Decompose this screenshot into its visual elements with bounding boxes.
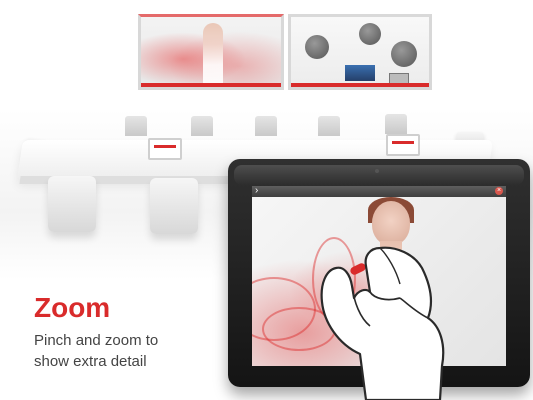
wall-display-left	[138, 14, 284, 90]
slide-bubble	[305, 35, 329, 59]
feature-title: Zoom	[34, 292, 111, 323]
laptop	[148, 138, 182, 160]
front-chair	[150, 178, 198, 234]
wall-display-figure	[203, 23, 223, 87]
chair	[318, 116, 340, 136]
laptop	[386, 134, 420, 156]
slide-bubble	[391, 41, 417, 67]
chevron-right-icon[interactable]: ›	[255, 186, 265, 196]
front-chair	[48, 176, 96, 232]
slide-bubble	[359, 23, 381, 45]
app-toolbar: › ×	[252, 186, 506, 197]
pinch-hand-icon	[320, 246, 445, 400]
wall-display-accent-bar	[291, 83, 429, 87]
feature-description: Pinch and zoom to show extra detail	[34, 332, 159, 370]
chair	[255, 116, 277, 136]
chair	[385, 114, 407, 134]
camera-icon	[375, 169, 379, 173]
wall-display-right	[288, 14, 432, 90]
close-icon[interactable]: ×	[495, 187, 503, 195]
chair	[191, 116, 213, 136]
slide-photo	[345, 65, 375, 81]
conference-room-scene: Zoom Pinch and zoom to show extra detail…	[0, 0, 533, 400]
tablet-sheen	[234, 165, 524, 185]
chair	[125, 116, 147, 136]
wall-display-accent-bar	[141, 83, 281, 87]
